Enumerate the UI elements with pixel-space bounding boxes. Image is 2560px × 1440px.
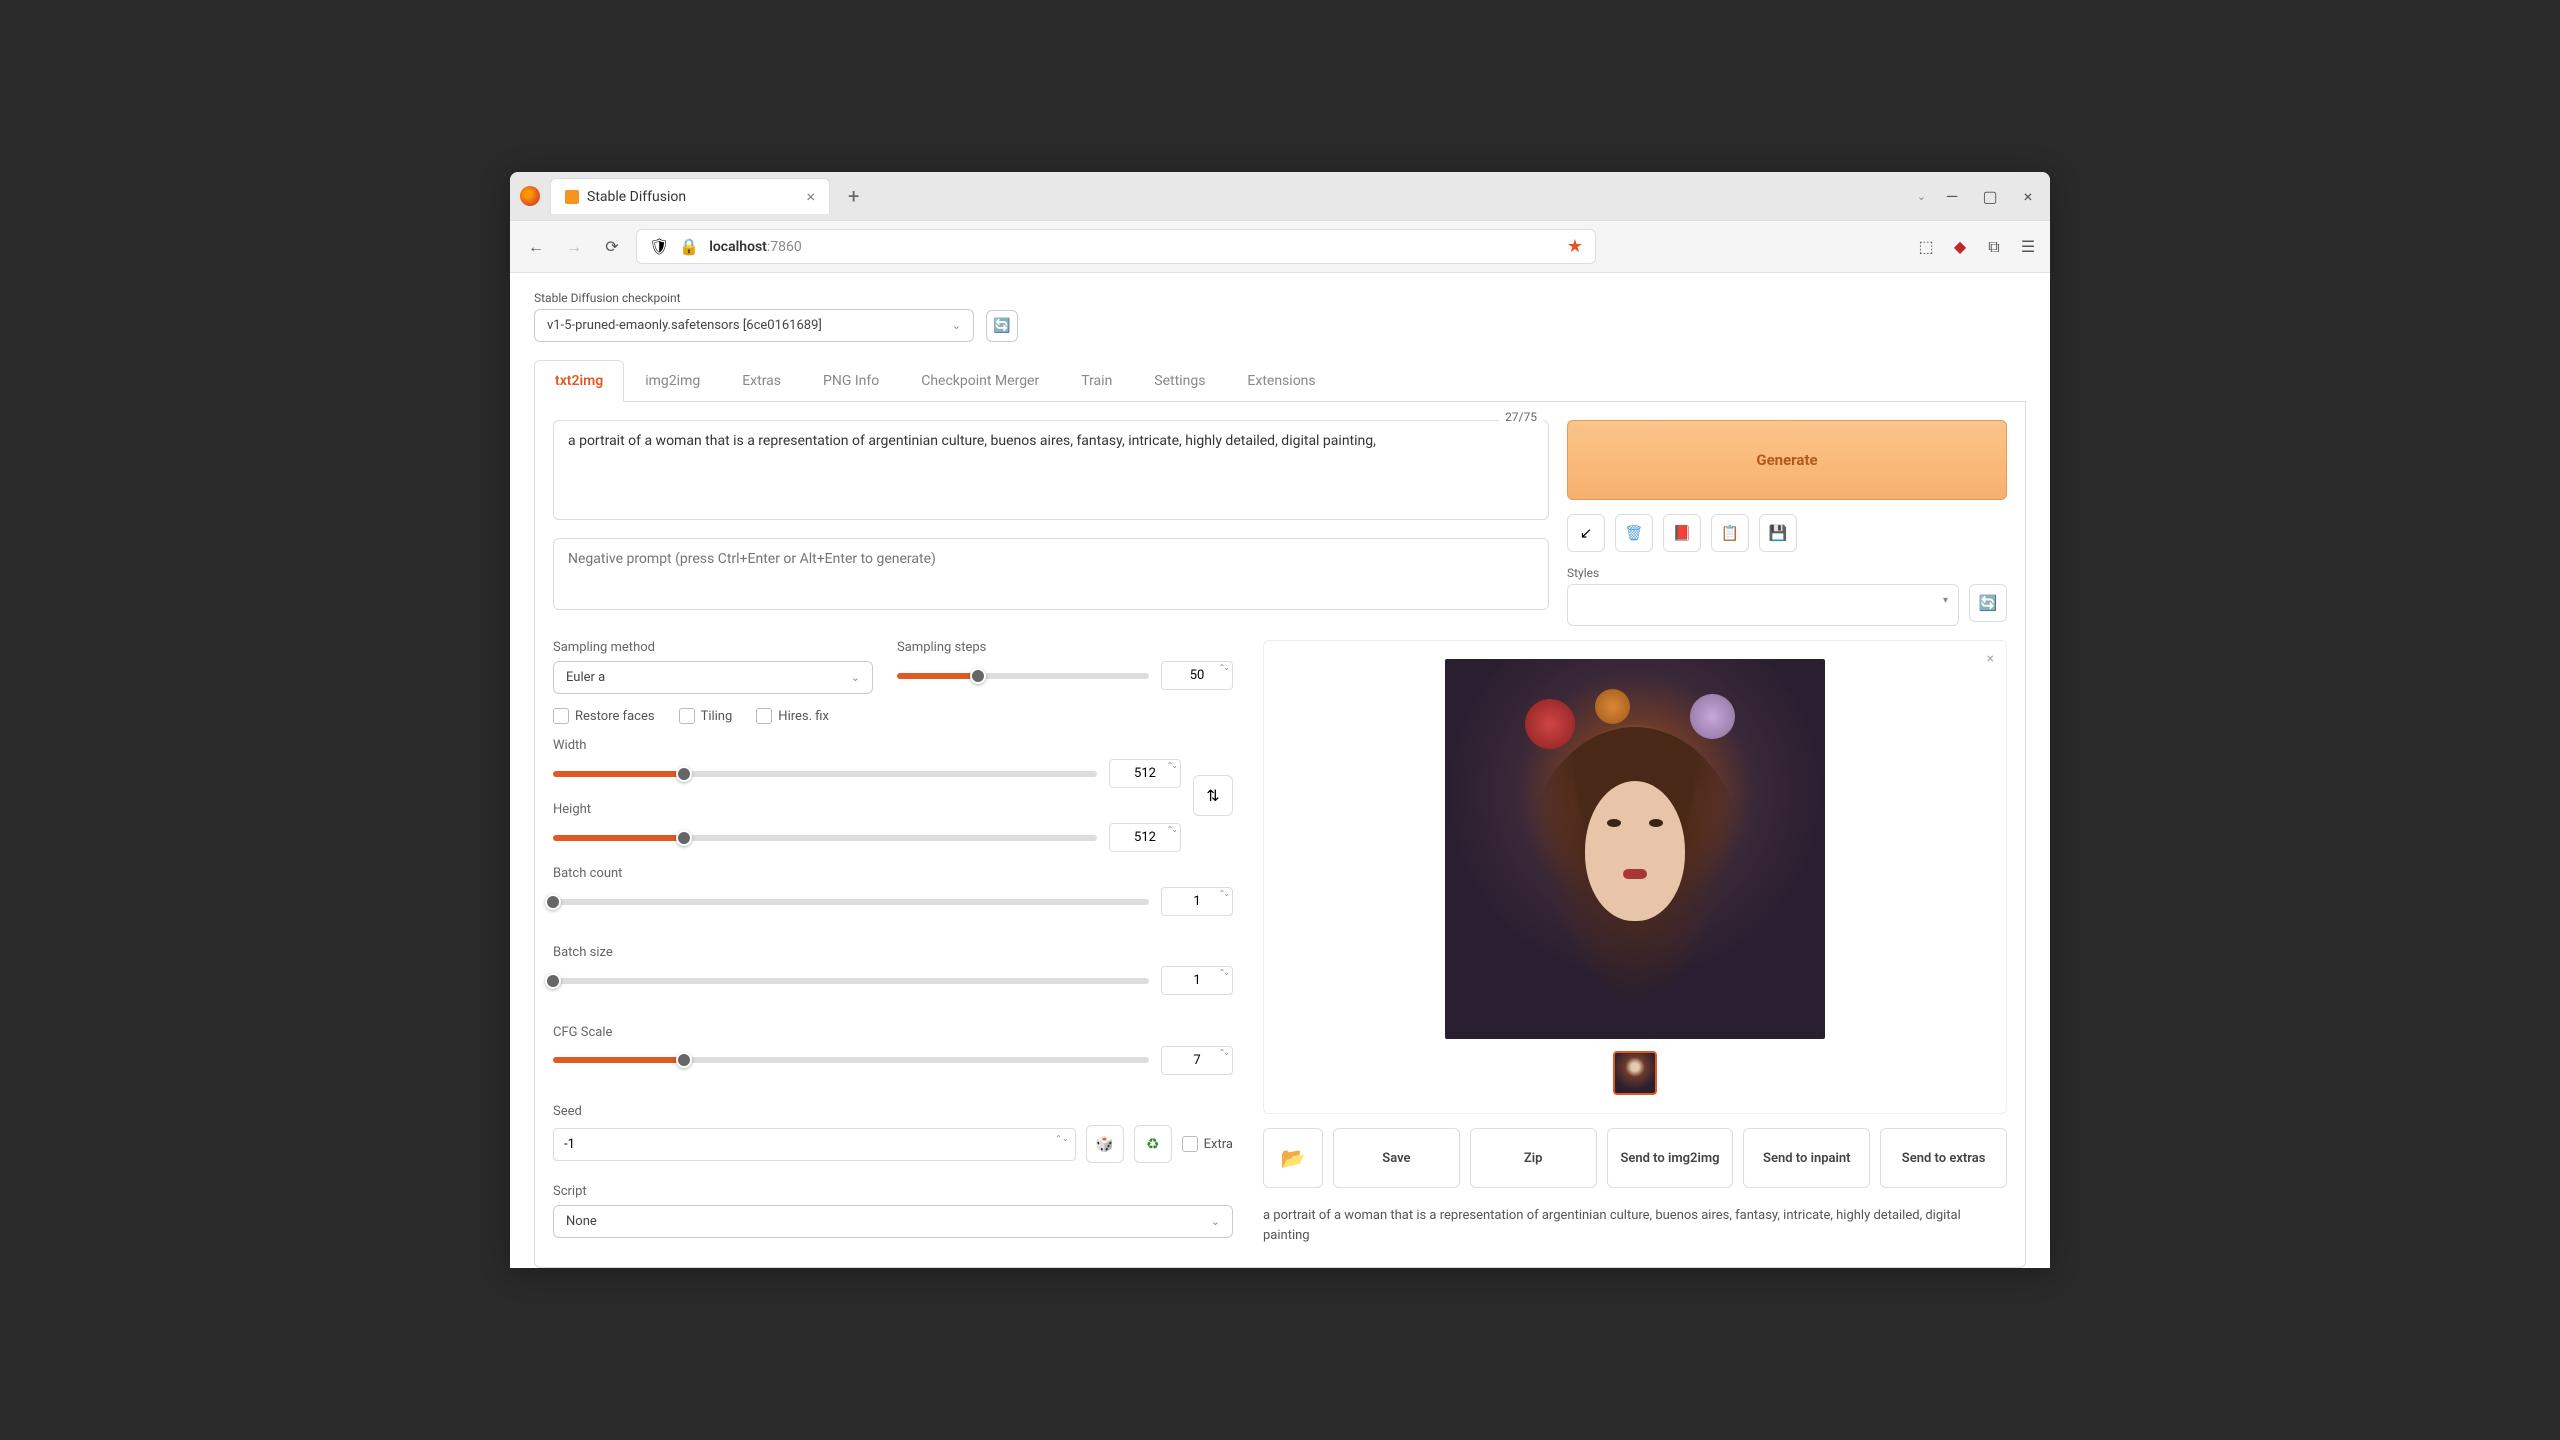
tab-train[interactable]: Train — [1060, 360, 1133, 401]
chevron-down-icon: ⌄ — [952, 319, 961, 332]
firefox-icon — [520, 186, 540, 206]
favicon-icon — [565, 190, 579, 204]
clipboard-button[interactable]: 📋 — [1711, 514, 1749, 552]
open-folder-button[interactable]: 📂 — [1263, 1128, 1323, 1188]
browser-window: Stable Diffusion × + ⌄ — ▢ × ← → ⟳ 🛡 🔒 l… — [510, 172, 2050, 1268]
tiling-checkbox[interactable]: Tiling — [679, 708, 733, 724]
tab-extensions[interactable]: Extensions — [1226, 360, 1336, 401]
batch-size-input[interactable]: 1 — [1161, 966, 1233, 995]
tab-checkpoint-merger[interactable]: Checkpoint Merger — [900, 360, 1060, 401]
tab-title: Stable Diffusion — [587, 189, 798, 205]
batch-count-input[interactable]: 1 — [1161, 887, 1233, 916]
close-tab-icon[interactable]: × — [806, 187, 815, 206]
browser-toolbar: ← → ⟳ 🛡 🔒 localhost:7860 ★ ⬚ ◆ ⧉ ☰ — [510, 221, 2050, 273]
back-button[interactable]: ← — [522, 233, 550, 261]
swap-dimensions-button[interactable]: ⇅ — [1193, 775, 1233, 816]
generation-info: a portrait of a woman that is a represen… — [1263, 1202, 2007, 1249]
save-style-button[interactable]: 💾 — [1759, 514, 1797, 552]
main-tabs: txt2img img2img Extras PNG Info Checkpoi… — [534, 360, 2026, 402]
browser-tab[interactable]: Stable Diffusion × — [550, 178, 830, 214]
close-window-button[interactable]: × — [2016, 184, 2040, 208]
height-input[interactable]: 512 — [1109, 823, 1181, 852]
width-input[interactable]: 512 — [1109, 759, 1181, 788]
send-img2img-button[interactable]: Send to img2img — [1607, 1128, 1734, 1188]
sampling-steps-input[interactable]: 50 — [1161, 661, 1233, 690]
chevron-down-icon: ⌄ — [1211, 1215, 1220, 1228]
send-extras-button[interactable]: Send to extras — [1880, 1128, 2007, 1188]
new-tab-button[interactable]: + — [840, 184, 867, 208]
generated-image[interactable] — [1445, 659, 1825, 1039]
extensions-icon[interactable]: ⧉ — [1984, 237, 2004, 257]
script-select[interactable]: None ⌄ — [553, 1205, 1233, 1238]
maximize-button[interactable]: ▢ — [1978, 184, 2002, 208]
ublock-icon[interactable]: ◆ — [1950, 237, 1970, 257]
refresh-styles-button[interactable]: 🔄 — [1969, 584, 2007, 622]
styles-apply-button[interactable]: 📕 — [1663, 514, 1701, 552]
styles-select[interactable] — [1567, 584, 1959, 626]
lock-icon[interactable]: 🔒 — [679, 237, 699, 256]
batch-size-slider[interactable] — [553, 978, 1149, 984]
forward-button[interactable]: → — [560, 233, 588, 261]
menu-icon[interactable]: ☰ — [2018, 237, 2038, 257]
shield-icon[interactable]: 🛡 — [649, 237, 669, 256]
url-bar[interactable]: 🛡 🔒 localhost:7860 ★ — [636, 229, 1596, 264]
tab-img2img[interactable]: img2img — [624, 360, 721, 401]
titlebar: Stable Diffusion × + ⌄ — ▢ × — [510, 172, 2050, 221]
zip-button[interactable]: Zip — [1470, 1128, 1597, 1188]
app-content: Stable Diffusion checkpoint v1-5-pruned-… — [510, 273, 2050, 1268]
tab-pnginfo[interactable]: PNG Info — [802, 360, 900, 401]
seed-label: Seed — [553, 1104, 1233, 1119]
checkpoint-select[interactable]: v1-5-pruned-emaonly.safetensors [6ce0161… — [534, 309, 974, 342]
minimize-button[interactable]: — — [1940, 184, 1964, 208]
chevron-down-icon: ⌄ — [851, 671, 860, 684]
cfg-scale-input[interactable]: 7 — [1161, 1046, 1233, 1075]
batch-size-label: Batch size — [553, 945, 1233, 960]
sampling-steps-label: Sampling steps — [897, 640, 1233, 655]
txt2img-panel: 27/75 Generate ↙ 🗑 📕 📋 💾 — [534, 402, 2026, 1268]
width-slider[interactable] — [553, 771, 1097, 777]
width-label: Width — [553, 738, 1181, 753]
seed-input[interactable]: -1 — [553, 1128, 1076, 1161]
tab-settings[interactable]: Settings — [1133, 360, 1226, 401]
tabs-dropdown-icon[interactable]: ⌄ — [1917, 190, 1926, 203]
save-button[interactable]: Save — [1333, 1128, 1460, 1188]
checkpoint-label: Stable Diffusion checkpoint — [534, 291, 2026, 305]
restore-faces-checkbox[interactable]: Restore faces — [553, 708, 655, 724]
arrow-button[interactable]: ↙ — [1567, 514, 1605, 552]
extra-seed-checkbox[interactable]: Extra — [1182, 1136, 1233, 1152]
batch-count-label: Batch count — [553, 866, 1233, 881]
pocket-icon[interactable]: ⬚ — [1916, 237, 1936, 257]
tab-extras[interactable]: Extras — [721, 360, 802, 401]
bookmark-star-icon[interactable]: ★ — [1567, 236, 1583, 257]
clear-button[interactable]: 🗑 — [1615, 514, 1653, 552]
script-label: Script — [553, 1184, 1233, 1199]
cfg-scale-label: CFG Scale — [553, 1025, 1233, 1040]
reuse-seed-button[interactable]: ♻ — [1134, 1125, 1172, 1163]
refresh-checkpoint-button[interactable]: 🔄 — [986, 310, 1018, 342]
send-inpaint-button[interactable]: Send to inpaint — [1743, 1128, 1870, 1188]
sampling-steps-slider[interactable] — [897, 673, 1149, 679]
height-slider[interactable] — [553, 835, 1097, 841]
height-label: Height — [553, 802, 1181, 817]
output-gallery: × — [1263, 640, 2007, 1114]
sampling-method-label: Sampling method — [553, 640, 873, 655]
prompt-input[interactable] — [553, 420, 1549, 520]
batch-count-slider[interactable] — [553, 899, 1149, 905]
reload-button[interactable]: ⟳ — [598, 233, 626, 261]
gallery-thumbnail[interactable] — [1613, 1051, 1657, 1095]
random-seed-button[interactable]: 🎲 — [1086, 1125, 1124, 1163]
cfg-scale-slider[interactable] — [553, 1057, 1149, 1063]
styles-label: Styles — [1567, 566, 2007, 580]
negative-prompt-input[interactable] — [553, 538, 1549, 610]
url-text: localhost:7860 — [709, 239, 1557, 255]
close-gallery-icon[interactable]: × — [1987, 651, 1994, 667]
hires-fix-checkbox[interactable]: Hires. fix — [756, 708, 829, 724]
token-counter: 27/75 — [1499, 408, 1543, 426]
tab-txt2img[interactable]: txt2img — [534, 360, 624, 402]
generate-button[interactable]: Generate — [1567, 420, 2007, 500]
sampling-method-select[interactable]: Euler a ⌄ — [553, 661, 873, 694]
